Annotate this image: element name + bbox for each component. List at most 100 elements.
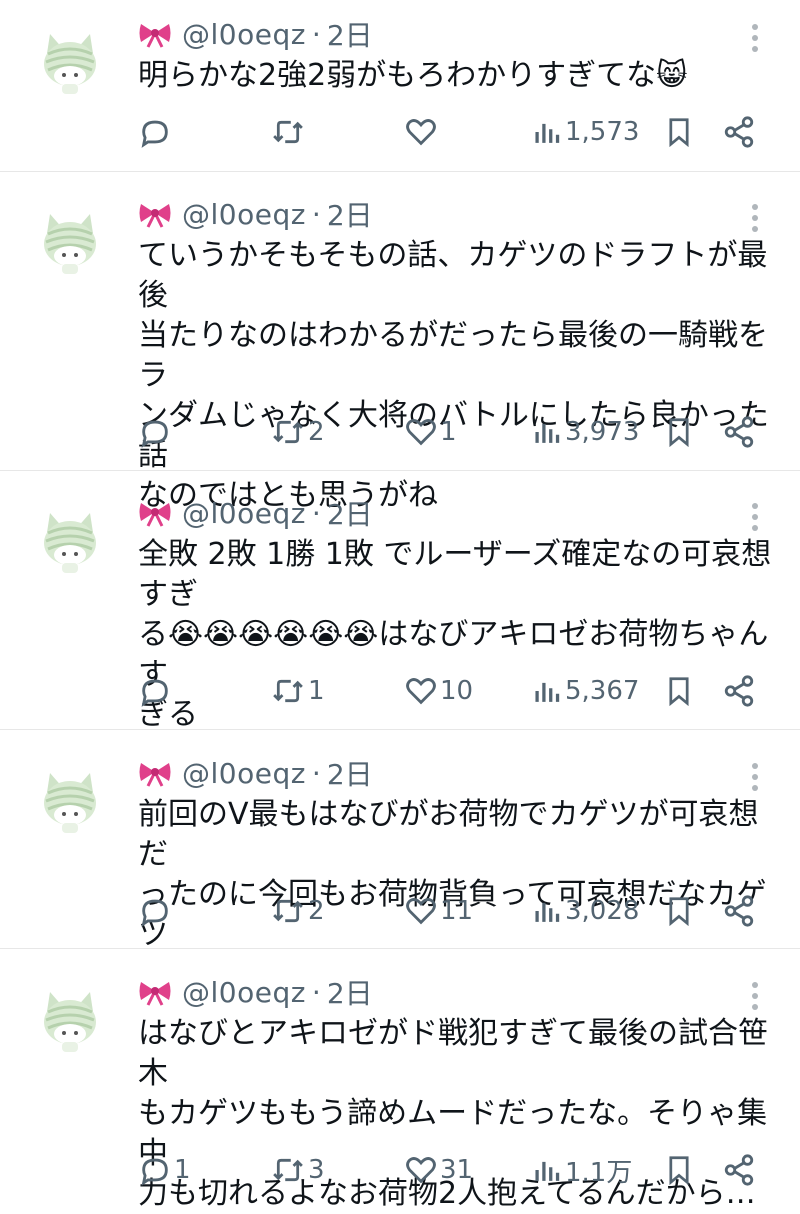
repost-button[interactable]: 2 bbox=[270, 412, 325, 452]
share-icon bbox=[724, 116, 754, 148]
repost-button[interactable]: 1 bbox=[270, 671, 325, 711]
post-time[interactable]: 2日 bbox=[327, 493, 373, 533]
more-options-icon[interactable] bbox=[745, 976, 765, 1016]
views-icon bbox=[535, 423, 560, 443]
bookmark-button[interactable] bbox=[664, 671, 694, 711]
repost-count: 1 bbox=[308, 676, 325, 706]
post-text: 明らかな2強2弱がもろわかりすぎてな😸 bbox=[138, 58, 688, 93]
bookmark-icon bbox=[669, 418, 689, 448]
post-actions: 2 11 3,028 bbox=[0, 891, 800, 931]
post-time[interactable]: 2日 bbox=[327, 972, 373, 1012]
like-button[interactable] bbox=[404, 112, 440, 152]
reply-button[interactable] bbox=[138, 112, 174, 152]
share-button[interactable] bbox=[722, 412, 756, 452]
like-icon bbox=[406, 119, 436, 146]
share-button[interactable] bbox=[722, 671, 756, 711]
views-icon bbox=[535, 1161, 560, 1181]
avatar-icon[interactable] bbox=[40, 988, 100, 1054]
post-actions: 2 1 3,973 bbox=[0, 412, 800, 452]
like-button[interactable]: 10 bbox=[404, 671, 473, 711]
post-divider bbox=[0, 470, 800, 471]
repost-icon bbox=[273, 679, 303, 703]
like-count: 1 bbox=[440, 417, 457, 447]
ribbon-bow-icon bbox=[139, 982, 171, 1006]
post-time[interactable]: 2日 bbox=[327, 753, 373, 793]
like-count: 31 bbox=[440, 1155, 474, 1185]
post-handle[interactable]: @l0oeqz bbox=[182, 18, 306, 51]
like-count: 10 bbox=[440, 676, 474, 706]
ribbon-bow-icon bbox=[139, 763, 171, 787]
views-button[interactable]: 1.1万 bbox=[533, 1150, 632, 1190]
views-button[interactable]: 3,028 bbox=[533, 891, 639, 931]
reply-icon bbox=[141, 679, 168, 707]
repost-button[interactable] bbox=[270, 112, 308, 152]
post-actions: 1 10 5,367 bbox=[0, 671, 800, 711]
reply-button[interactable] bbox=[138, 891, 174, 931]
bookmark-button[interactable] bbox=[664, 112, 694, 152]
views-button[interactable]: 5,367 bbox=[533, 671, 639, 711]
more-options-icon[interactable] bbox=[745, 497, 765, 537]
share-button[interactable] bbox=[722, 112, 756, 152]
like-icon bbox=[406, 419, 436, 446]
post-text: 前回のV最もはなびがお荷物でカゲツが可哀想だ ったのに今回もお荷物背負って可哀想… bbox=[138, 797, 767, 952]
post-time[interactable]: 2日 bbox=[327, 194, 373, 234]
repost-count: 2 bbox=[308, 896, 325, 926]
separator-dot: · bbox=[311, 17, 321, 51]
reply-icon bbox=[141, 120, 168, 148]
share-button[interactable] bbox=[722, 1150, 756, 1190]
views-icon bbox=[535, 682, 560, 702]
bookmark-icon bbox=[669, 677, 689, 707]
post-header: @l0oeqz · 2日 bbox=[138, 970, 373, 1014]
reply-count: 1 bbox=[174, 1155, 191, 1185]
share-icon bbox=[724, 416, 754, 448]
post-time[interactable]: 2日 bbox=[327, 14, 373, 54]
repost-icon bbox=[273, 899, 303, 923]
reply-button[interactable] bbox=[138, 412, 174, 452]
post-text: ていうかそもそもの話、カゲツのドラフトが最後 当たりなのはわかるがだったら最後の… bbox=[138, 238, 769, 513]
like-icon bbox=[406, 898, 436, 925]
post-handle[interactable]: @l0oeqz bbox=[182, 976, 306, 1009]
bookmark-button[interactable] bbox=[664, 412, 694, 452]
bookmark-button[interactable] bbox=[664, 1150, 694, 1190]
post-handle[interactable]: @l0oeqz bbox=[182, 757, 306, 790]
views-button[interactable]: 1,573 bbox=[533, 112, 639, 152]
post-handle[interactable]: @l0oeqz bbox=[182, 198, 306, 231]
avatar-icon[interactable] bbox=[40, 30, 100, 96]
share-icon bbox=[724, 1154, 754, 1186]
more-options-icon[interactable] bbox=[745, 18, 765, 58]
post-header: @l0oeqz · 2日 bbox=[138, 12, 373, 56]
views-icon bbox=[535, 902, 560, 922]
like-icon bbox=[406, 1157, 436, 1184]
reply-icon bbox=[141, 420, 168, 448]
views-count: 5,367 bbox=[565, 676, 640, 706]
post-handle[interactable]: @l0oeqz bbox=[182, 497, 306, 530]
reply-icon bbox=[141, 1158, 168, 1186]
reply-button[interactable]: 1 bbox=[138, 1150, 191, 1190]
like-icon bbox=[406, 678, 436, 705]
views-count: 3,028 bbox=[565, 896, 640, 926]
separator-dot: · bbox=[311, 496, 321, 530]
post-header: @l0oeqz · 2日 bbox=[138, 491, 373, 535]
separator-dot: · bbox=[311, 197, 321, 231]
share-button[interactable] bbox=[722, 891, 756, 931]
repost-button[interactable]: 3 bbox=[270, 1150, 325, 1190]
like-button[interactable]: 31 bbox=[404, 1150, 473, 1190]
reply-button[interactable] bbox=[138, 671, 174, 711]
bookmark-icon bbox=[669, 897, 689, 927]
separator-dot: · bbox=[311, 756, 321, 790]
avatar-icon[interactable] bbox=[40, 769, 100, 835]
repost-button[interactable]: 2 bbox=[270, 891, 325, 931]
bookmark-icon bbox=[669, 118, 689, 148]
like-button[interactable]: 11 bbox=[404, 891, 473, 931]
more-options-icon[interactable] bbox=[745, 757, 765, 797]
more-options-icon[interactable] bbox=[745, 198, 765, 238]
reply-icon bbox=[141, 899, 168, 927]
views-button[interactable]: 3,973 bbox=[533, 412, 639, 452]
views-icon bbox=[535, 123, 560, 143]
post-actions: 1 3 31 1.1万 bbox=[0, 1150, 800, 1190]
ribbon-bow-icon bbox=[139, 24, 171, 48]
avatar-icon[interactable] bbox=[40, 210, 100, 276]
bookmark-button[interactable] bbox=[664, 891, 694, 931]
avatar-icon[interactable] bbox=[40, 509, 100, 575]
like-button[interactable]: 1 bbox=[404, 412, 457, 452]
